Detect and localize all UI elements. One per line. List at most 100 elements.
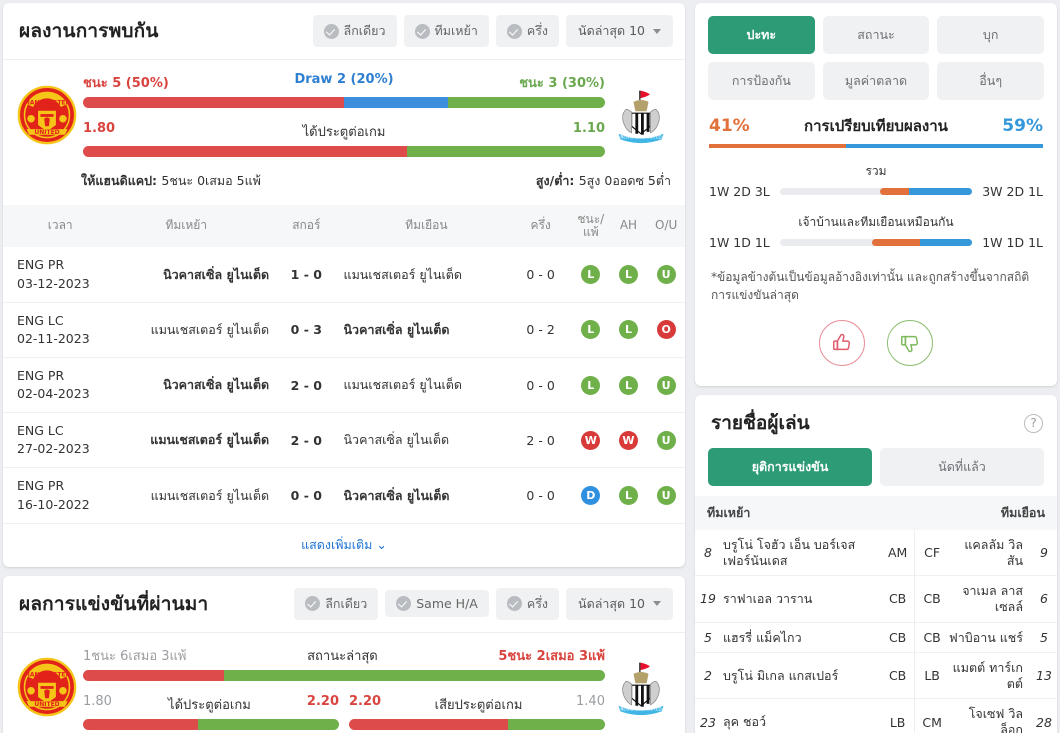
h2h-draw-label: Draw 2 (20%) — [294, 72, 394, 87]
away-player-position: CF — [914, 530, 949, 577]
row-left-record: 1W 1D 1L — [709, 235, 770, 250]
filter-same-league[interactable]: ลีกเดียว — [312, 15, 397, 47]
filter-home-team[interactable]: ทีมเหย้า — [403, 15, 489, 47]
home-player-position: LB — [880, 698, 915, 733]
table-row[interactable]: ENG LC 02-11-2023 แมนเชสเตอร์ ยูไนเต็ด 0 - … — [3, 302, 685, 358]
past-filter-half[interactable]: ครึ่ง — [495, 587, 560, 620]
home-player-number: 8 — [695, 530, 721, 577]
bar-segment-gf-left — [83, 718, 199, 730]
thumbs-down-button[interactable] — [887, 320, 933, 366]
tab-attack[interactable]: บุก — [937, 16, 1045, 54]
tab-previous-match[interactable]: นัดที่แล้ว — [880, 448, 1044, 486]
show-more-button[interactable]: แสดงเพิ่มเติม ⌄ — [3, 524, 685, 567]
show-more-label: แสดงเพิ่มเติม — [301, 536, 373, 552]
comparison-title: การเปรียบเทียบผลงาน — [804, 117, 948, 135]
check-circle-icon — [323, 23, 339, 39]
th-home-team: ทีมเหย้า — [695, 496, 915, 530]
check-circle-icon — [305, 596, 321, 612]
past-filter-same-ha[interactable]: Same H/A — [385, 590, 489, 618]
status-badge: U — [656, 375, 676, 395]
analysis-tabs: ปะทะ สถานะ บุก การป้องกัน มูลค่าตลาด อื่… — [695, 3, 1057, 110]
cell-score: 2 - 0 — [279, 357, 334, 414]
cell-score: 0 - 0 — [279, 467, 334, 524]
h2h-bars: ชนะ 5 (50%) Draw 2 (20%) ชนะ 3 (30%) 1.8… — [77, 72, 611, 157]
table-row[interactable]: ENG PR 02-04-2023 นิวคาสเซิ่ล ยูไนเต็ด 2 - … — [3, 357, 685, 414]
table-row[interactable]: ENG PR 16-10-2022 แมนเชสเตอร์ ยูไนเต็ด 0 - … — [3, 467, 685, 524]
away-player-number: 5 — [1031, 622, 1057, 654]
table-row[interactable]: ENG PR 03-12-2023 นิวคาสเซิ่ล ยูไนเต็ด 1 - … — [3, 247, 685, 303]
page-root: ผลงานการพบกัน ลีกเดียว ทีมเหย้า ครึ่ง นั… — [0, 0, 1060, 733]
tab-finished-match[interactable]: ยุติการแข่งขัน — [708, 448, 872, 486]
cell-home-team: นิวคาสเซิ่ล ยูไนเต็ด — [103, 357, 280, 414]
cell-time: ENG PR 02-04-2023 — [3, 357, 104, 414]
bar-segment-lose — [448, 97, 605, 108]
head-to-head-card: ผลงานการพบกัน ลีกเดียว ทีมเหย้า ครึ่ง นั… — [3, 3, 685, 567]
gf-label: ได้ประตูต่อเกม — [168, 697, 251, 713]
past-home-form: 1ชนะ 6เสมอ 3แพ้ — [83, 648, 187, 664]
filter-recent-matches[interactable]: นัดล่าสุด 10 — [566, 15, 673, 47]
past-bars: 1ชนะ 6เสมอ 3แพ้ สถานะล่าสุด 5ชนะ 2เสมอ 3… — [77, 645, 611, 730]
h2h-goals-bar — [83, 146, 605, 157]
filter-label: Same H/A — [416, 596, 478, 612]
ga-label: เสียประตูต่อเกม — [434, 697, 523, 713]
cell-ou-badge: U — [647, 467, 685, 524]
ga-right-value: 1.40 — [576, 693, 605, 709]
lineup-row[interactable]: 19 ราฟาเอล วาราน CB CB จาเมล ลาสเซลล์ 6 — [695, 575, 1057, 623]
tab-matchup[interactable]: ปะทะ — [708, 16, 815, 54]
tab-status[interactable]: สถานะ — [822, 16, 930, 54]
cell-halftime: 0 - 0 — [509, 467, 572, 524]
past-filter-same-league[interactable]: ลีกเดียว — [294, 587, 379, 620]
home-player-number: 2 — [695, 652, 721, 700]
h2h-filters: ลีกเดียว ทีมเหย้า ครึ่ง นัดล่าสุด 10 — [312, 15, 673, 47]
lineups-card: รายชื่อผู้เล่น ? ยุติการแข่งขัน นัดที่แล… — [695, 395, 1057, 733]
filter-half[interactable]: ครึ่ง — [495, 15, 560, 47]
cell-ah-badge: W — [609, 412, 648, 469]
home-player-name: ลุค ชอว์ — [721, 698, 881, 733]
th-home: ทีมเหย้า — [103, 205, 280, 248]
cell-home-team: แมนเชสเตอร์ ยูไนเต็ด — [103, 302, 280, 358]
tab-others[interactable]: อื่นๆ — [937, 62, 1045, 100]
chevron-down-icon — [653, 601, 661, 607]
comparison-row-label: รวม — [865, 164, 887, 178]
cell-score: 1 - 0 — [279, 247, 334, 303]
lineups-table: ทีมเหย้า ทีมเยือน 8 บรูโน่ โจฮัว เอ็น บอร… — [695, 496, 1057, 733]
comparison-bar-right — [845, 144, 1043, 148]
lineup-row[interactable]: 8 บรูโน่ โจฮัว เอ็น บอร์เจส เฟอร์นันเดส AM… — [695, 530, 1057, 577]
cell-away-team: นิวคาสเซิ่ล ยูไนเต็ด — [333, 412, 510, 469]
lineup-row[interactable]: 23 ลุค ชอว์ LB CM โจเซฟ วิลล็อก 28 — [695, 698, 1057, 733]
bar-segment-away-goals — [406, 146, 605, 157]
past-filter-recent-matches[interactable]: นัดล่าสุด 10 — [566, 587, 673, 620]
h2h-ou-summary: สูง/ต่ำ: 5สูง 0ออดซ 5ต่ำ — [536, 171, 671, 191]
ga-left-value: 2.20 — [349, 693, 382, 709]
analysis-card: ปะทะ สถานะ บุก การป้องกัน มูลค่าตลาด อื่… — [695, 3, 1057, 386]
comparison-row-line: 1W 2D 3L 3W 2D 1L — [709, 184, 1043, 199]
cell-halftime: 0 - 0 — [509, 247, 572, 303]
cell-score: 0 - 3 — [279, 302, 334, 358]
status-badge: L — [618, 486, 638, 505]
status-badge: U — [656, 265, 676, 284]
away-player-name: ฟาบิอาน แชร์ — [948, 622, 1031, 654]
h2h-header: ผลงานการพบกัน ลีกเดียว ทีมเหย้า ครึ่ง นั… — [3, 3, 685, 60]
h2h-away-win-label: ชนะ 3 (30%) — [519, 76, 605, 91]
right-column: ปะทะ สถานะ บุก การป้องกัน มูลค่าตลาด อื่… — [695, 0, 1060, 733]
comparison-right-pct: 59% — [1002, 116, 1043, 136]
away-player-name: โจเซฟ วิลล็อก — [948, 698, 1031, 733]
lineup-row[interactable]: 2 บรูโน่ มิเกล แกสเปอร์ CB LB แมตต์ ทาร์เกตต… — [695, 652, 1057, 700]
table-row[interactable]: ENG LC 27-02-2023 แมนเชสเตอร์ ยูไนเต็ด 2 - … — [3, 412, 685, 469]
h2h-goals-labels: 1.80 ได้ประตูต่อเกม 1.10 — [83, 121, 605, 142]
home-player-number: 19 — [695, 575, 721, 623]
h2h-table-body: ENG PR 03-12-2023 นิวคาสเซิ่ล ยูไนเต็ด 1 - … — [3, 247, 685, 524]
thumbs-up-button[interactable] — [819, 320, 865, 366]
comparison-header: 41% การเปรียบเทียบผลงาน 59% — [695, 110, 1057, 138]
away-player-position: LB — [914, 652, 949, 700]
past-filters: ลีกเดียว Same H/A ครึ่ง นัดล่าสุด 10 — [294, 587, 673, 620]
question-mark-icon[interactable]: ? — [1024, 413, 1043, 433]
lineup-row[interactable]: 5 แฮรรี่ แม็คไกว CB CB ฟาบิอาน แชร์ 5 — [695, 622, 1057, 654]
comparison-left-pct: 41% — [709, 116, 750, 136]
status-badge: L — [581, 320, 601, 340]
away-player-number: 9 — [1031, 530, 1057, 577]
cell-winlose-badge: L — [571, 247, 610, 303]
tab-market-value[interactable]: มูลค่าตลาด — [822, 62, 930, 100]
tab-defence[interactable]: การป้องกัน — [708, 62, 815, 100]
lineups-table-body: 8 บรูโน่ โจฮัว เอ็น บอร์เจส เฟอร์นันเดส AM… — [695, 530, 1057, 733]
